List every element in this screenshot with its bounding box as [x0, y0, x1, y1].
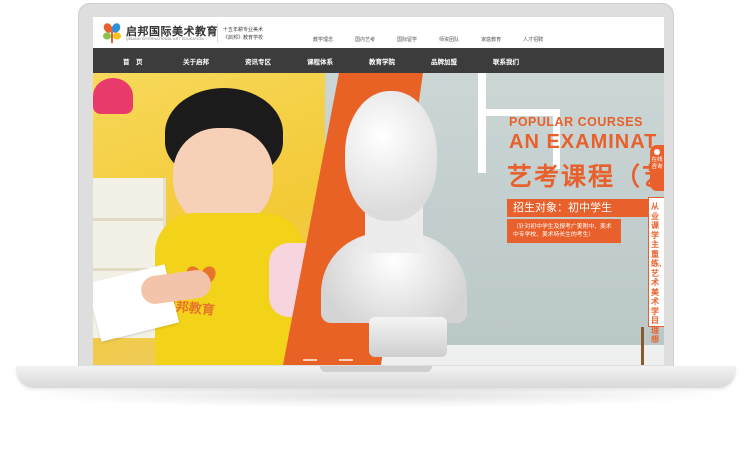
nav-item-courses[interactable]: 课程体系 [307, 56, 333, 66]
nav-item-home[interactable]: 首 页 [123, 56, 143, 66]
online-consult-label: 在线咨询 [651, 157, 663, 170]
top-link-family-education[interactable]: 家庭教育 [481, 36, 501, 43]
header-slogan: 十五年耕专业美术 《启邦》教育学校 [223, 26, 263, 42]
easel [641, 327, 664, 365]
enrollment-target: 招生对象：初中学生 [507, 199, 664, 217]
top-links: 教学理念 国内艺考 国际留学 师资团队 家庭教育 人才招聘 [313, 36, 565, 43]
red-hat [93, 78, 133, 114]
laptop-notch [320, 366, 432, 372]
nav-item-about[interactable]: 关于启邦 [183, 56, 209, 66]
shelf-board [93, 218, 163, 221]
slide-indicators [303, 359, 357, 361]
hero-title-popular: POPULAR COURSES [509, 115, 643, 129]
website-screen: 启邦国际美术教育 QIBANG INTERNATIONAL ART EDUCAT… [93, 17, 664, 365]
site-header: 启邦国际美术教育 QIBANG INTERNATIONAL ART EDUCAT… [93, 17, 664, 48]
top-link-domestic-exam[interactable]: 国内艺考 [355, 36, 375, 43]
child-photo: 启邦教育 [93, 73, 325, 365]
main-nav: 首 页 关于启邦 资讯专区 课程体系 教育学院 品牌加盟 联系我们 [93, 48, 664, 73]
top-link-study-abroad[interactable]: 国际留学 [397, 36, 417, 43]
top-link-teachers[interactable]: 师资团队 [439, 36, 459, 43]
slogan-line-2: 《启邦》教育学校 [223, 35, 264, 41]
logo-icon[interactable] [101, 22, 123, 44]
side-text: 从业课学主重练,艺术美术学目理想 [651, 202, 662, 344]
slide-dot-1[interactable] [303, 359, 317, 361]
top-link-recruitment[interactable]: 人才招聘 [523, 36, 543, 43]
side-text-panel: 从业课学主重练,艺术美术学目理想 [648, 197, 664, 344]
slide-dot-3[interactable] [339, 359, 353, 361]
nav-item-news[interactable]: 资讯专区 [245, 56, 271, 66]
hero-title-exam: AN EXAMINAT [509, 131, 658, 153]
logo-subtitle: QIBANG INTERNATIONAL ART EDUCATION [126, 37, 204, 41]
plaster-bust-head [345, 91, 437, 221]
hero-title-chinese: 艺考课程（艺 [507, 163, 664, 191]
slogan-line-1: 十五年耕专业美术 [223, 27, 264, 33]
enrollment-description: （针对初中学生及报考广美附中、美术中专学校、美术特长生的考生） [507, 219, 621, 243]
nav-item-franchise[interactable]: 品牌加盟 [431, 56, 457, 66]
plaster-bust-base [369, 317, 447, 357]
picture-frame [478, 73, 486, 173]
nav-item-college[interactable]: 教育学院 [369, 56, 395, 66]
header-divider [217, 23, 218, 43]
chat-icon [654, 149, 660, 155]
top-link-teaching-philosophy[interactable]: 教学理念 [313, 36, 333, 43]
slide-dot-2[interactable] [321, 359, 335, 361]
nav-item-contact[interactable]: 联系我们 [493, 56, 519, 66]
online-consult-button[interactable]: 在线咨询 [650, 145, 664, 191]
hero-banner[interactable]: 启邦教育 POPULAR COURSES AN EXAMINAT 艺考课程（艺 … [93, 73, 664, 365]
